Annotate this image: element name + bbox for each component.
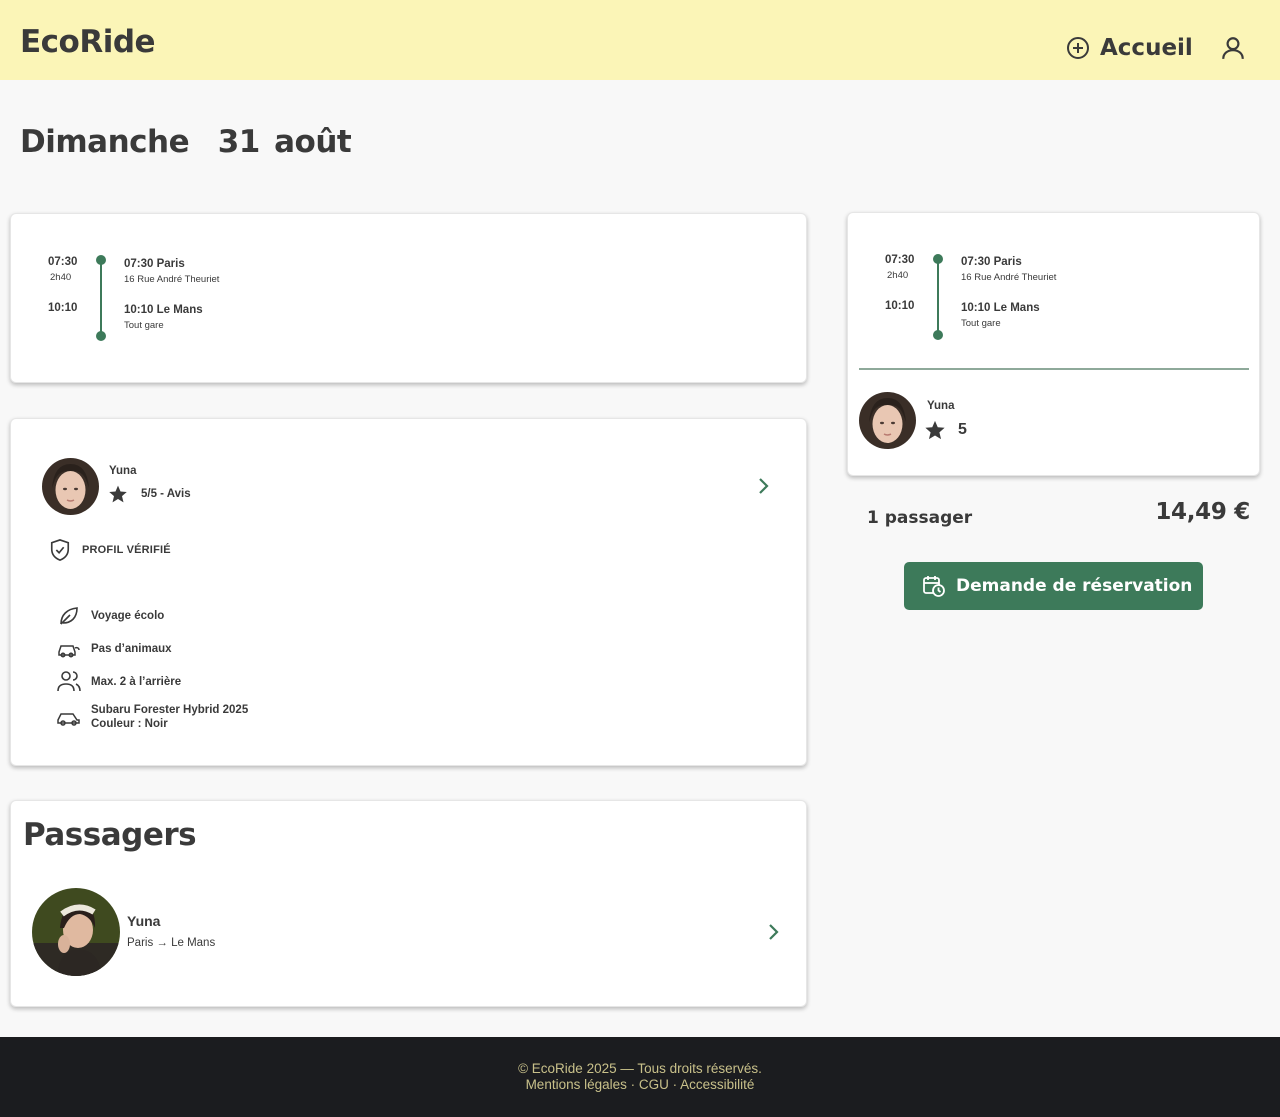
user-icon[interactable]	[1220, 35, 1246, 61]
calendar-clock-icon	[923, 576, 945, 597]
page-title: Dimanche 31 août	[20, 124, 352, 160]
verified-label: PROFIL VÉRIFIÉ	[82, 544, 171, 556]
header: EcoRide Accueil	[0, 0, 1280, 80]
summary-card: 07:30 2h40 10:10 07:30 Paris 16 Rue Andr…	[847, 212, 1260, 476]
star-icon	[925, 420, 945, 440]
depart-stop: 07:30 Paris	[961, 256, 1022, 268]
passengers-count: 1 passager	[867, 508, 973, 528]
timeline-line	[100, 260, 102, 336]
car-model: Subaru Forester Hybrid 2025	[91, 704, 249, 716]
driver-avatar[interactable]	[859, 392, 916, 449]
driver-rating-short: 5	[958, 421, 967, 438]
timeline-line	[937, 259, 939, 335]
depart-stop: 07:30 Paris	[124, 258, 185, 270]
arrive-time: 10:10	[48, 302, 78, 314]
arrive-address: Tout gare	[124, 320, 164, 331]
logo[interactable]: EcoRide	[20, 24, 156, 60]
passenger-route: Paris → Le Mans	[127, 937, 216, 949]
car-icon	[57, 713, 80, 726]
booking-request-label: Demande de réservation	[956, 576, 1193, 596]
users-icon	[57, 671, 81, 692]
home-link[interactable]: Accueil	[1066, 32, 1193, 64]
trip-duration: 2h40	[50, 272, 72, 283]
chevron-right-icon[interactable]	[756, 477, 770, 495]
driver-card: Yuna 5/5 - Avis PROFIL VÉRIFIÉ Voyage éc…	[10, 418, 807, 766]
arrive-address: Tout gare	[961, 318, 1001, 329]
price: 14,49 €	[1155, 499, 1250, 525]
link-separator: ·	[668, 1077, 681, 1092]
trip-card: 07:30 2h40 10:10 07:30 Paris 16 Rue Andr…	[10, 213, 807, 383]
car-pet-icon	[58, 645, 80, 658]
car-color: Couleur : Noir	[91, 718, 168, 730]
passengers-title: Passagers	[23, 817, 197, 853]
arrive-dot	[933, 330, 943, 340]
legal-link[interactable]: Mentions légales	[526, 1077, 627, 1092]
arrive-stop: 10:10 Le Mans	[961, 302, 1040, 314]
divider	[859, 368, 1249, 370]
driver-rating: 5/5 - Avis	[141, 488, 191, 500]
depart-time: 07:30	[48, 256, 78, 268]
passenger-name: Yuna	[127, 913, 161, 929]
cgu-link[interactable]: CGU	[639, 1077, 669, 1092]
feature-max-rear: Max. 2 à l’arrière	[91, 676, 182, 688]
copyright: © EcoRide 2025 — Tous droits réservés.	[518, 1061, 762, 1076]
footer-links: Mentions légales · CGU · Accessibilité	[0, 1077, 1280, 1092]
depart-address: 16 Rue André Theuriet	[961, 272, 1057, 283]
leaf-icon	[60, 607, 78, 625]
arrive-time: 10:10	[885, 300, 915, 312]
depart-time: 07:30	[885, 254, 915, 266]
driver-avatar[interactable]	[42, 458, 99, 515]
footer: © EcoRide 2025 — Tous droits réservés. M…	[0, 1037, 1280, 1117]
home-label: Accueil	[1100, 35, 1193, 61]
feature-no-pets: Pas d’animaux	[91, 643, 172, 655]
driver-name: Yuna	[109, 465, 137, 477]
passengers-card: Passagers Yuna Paris → Le Mans	[10, 800, 807, 1007]
shield-check-icon	[50, 539, 70, 561]
passenger-avatar[interactable]	[32, 888, 120, 976]
arrive-dot	[96, 331, 106, 341]
driver-name: Yuna	[927, 400, 955, 412]
booking-request-button[interactable]: Demande de réservation	[904, 562, 1203, 610]
link-separator: ·	[626, 1077, 639, 1092]
star-icon	[109, 485, 127, 503]
feature-car: Subaru Forester Hybrid 2025 Couleur : No…	[91, 703, 248, 731]
depart-address: 16 Rue André Theuriet	[124, 274, 220, 285]
arrive-stop: 10:10 Le Mans	[124, 304, 203, 316]
plus-circle-icon	[1067, 37, 1089, 59]
accessibility-link[interactable]: Accessibilité	[680, 1077, 754, 1092]
feature-eco: Voyage écolo	[91, 610, 165, 622]
trip-duration: 2h40	[887, 270, 909, 281]
chevron-right-icon[interactable]	[766, 923, 780, 941]
